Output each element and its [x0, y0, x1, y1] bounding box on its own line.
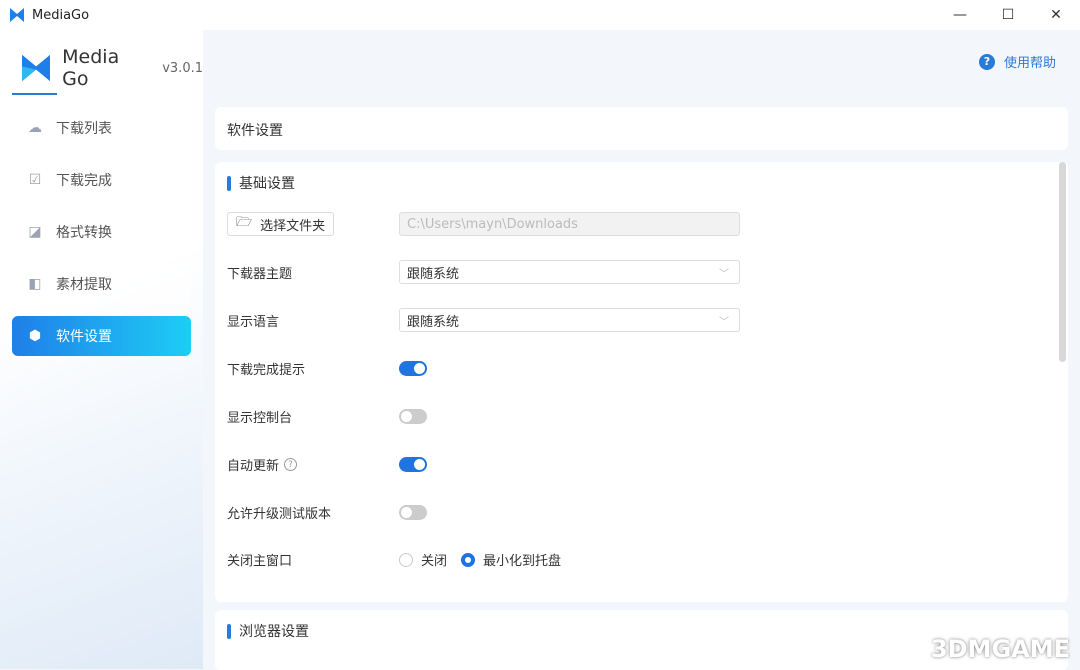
sidebar-item-label: 下载完成 [56, 173, 112, 189]
beta-toggle[interactable] [399, 505, 427, 520]
radio-close[interactable]: 关闭 [399, 550, 447, 569]
chevron-down-icon: ﹀ [719, 316, 729, 328]
sidebar-item-download-list[interactable]: ☁ 下载列表 [12, 108, 191, 148]
media-go-logo-icon [22, 54, 51, 82]
check-box-icon: ☑ [28, 172, 42, 188]
language-label: 显示语言 [227, 315, 280, 330]
scrollbar[interactable] [1059, 162, 1066, 362]
auto-update-toggle[interactable] [399, 457, 427, 472]
sidebar-nav: ☁ 下载列表 ☑ 下载完成 ◪ 格式转换 ◧ 素材提取 ⬢ 软件设置 [12, 108, 191, 368]
auto-update-label: 自动更新 [227, 459, 280, 474]
sidebar-item-label: 下载列表 [56, 121, 112, 137]
browser-settings-heading: 浏览器设置 [227, 621, 309, 641]
close-window-radio-group: 关闭 最小化到托盘 [399, 550, 575, 569]
auto-update-row: 自动更新? [227, 455, 298, 474]
sidebar-item-label: 格式转换 [56, 225, 112, 241]
cloud-download-icon: ☁ [28, 120, 42, 136]
window-title: MediaGo [32, 7, 90, 23]
help-icon: ? [978, 53, 995, 70]
maximize-button[interactable]: ☐ [984, 0, 1032, 30]
select-folder-button[interactable]: 🗁 选择文件夹 [227, 212, 335, 236]
info-icon[interactable]: ? [284, 458, 298, 471]
brand-underline [12, 93, 57, 95]
brand: Media Go v3.0.1 [22, 46, 203, 90]
notify-label: 下载完成提示 [227, 363, 306, 378]
convert-icon: ◪ [28, 224, 42, 240]
radio-circle [461, 552, 476, 567]
select-value: 跟随系统 [407, 266, 460, 282]
language-select[interactable]: 跟随系统 ﹀ [399, 308, 740, 332]
select-value: 跟随系统 [407, 314, 460, 330]
sidebar-item-download-complete[interactable]: ☑ 下载完成 [12, 160, 191, 200]
radio-circle [399, 552, 413, 567]
download-path-input[interactable]: C:\Users\mayn\Downloads [399, 212, 740, 236]
watermark-logo: 3DMGAME [930, 635, 1070, 663]
radio-label: 最小化到托盘 [483, 554, 562, 569]
theme-select[interactable]: 跟随系统 ﹀ [399, 260, 740, 284]
radio-minimize-to-tray[interactable]: 最小化到托盘 [461, 550, 561, 569]
close-button[interactable]: ✕ [1032, 0, 1080, 30]
app-logo-icon [10, 8, 24, 22]
brand-name: Media Go [62, 46, 120, 90]
help-label: 使用帮助 [1003, 56, 1056, 71]
settings-icon: ⬢ [28, 328, 42, 344]
console-label: 显示控制台 [227, 411, 293, 426]
page-title: 软件设置 [215, 107, 1068, 150]
theme-label: 下载器主题 [227, 267, 293, 282]
radio-label: 关闭 [421, 554, 448, 569]
title-bar: MediaGo — ☐ ✕ [0, 0, 1080, 30]
sidebar-item-extract[interactable]: ◧ 素材提取 [12, 264, 191, 304]
sidebar: Media Go v3.0.1 ☁ 下载列表 ☑ 下载完成 ◪ 格式转换 ◧ 素材提取 … [0, 30, 203, 669]
basic-settings-card: 基础设置 🗁 选择文件夹 C:\Users\mayn\Downloads 下载器主… [215, 162, 1068, 602]
minimize-button[interactable]: — [936, 0, 984, 30]
version-label: v3.0.1 [162, 60, 203, 76]
notify-toggle[interactable] [399, 361, 427, 376]
sidebar-item-label: 软件设置 [56, 329, 112, 345]
extract-icon: ◧ [28, 276, 42, 292]
chevron-down-icon: ﹀ [719, 268, 729, 280]
beta-label: 允许升级测试版本 [227, 507, 332, 522]
heading-text: 浏览器设置 [239, 624, 309, 640]
heading-text: 基础设置 [239, 176, 295, 192]
close-window-label: 关闭主窗口 [227, 554, 293, 569]
console-toggle[interactable] [399, 409, 427, 424]
sidebar-item-format-convert[interactable]: ◪ 格式转换 [12, 212, 191, 252]
help-link[interactable]: ? 使用帮助 [978, 52, 1056, 71]
sidebar-item-label: 素材提取 [56, 277, 112, 293]
button-label: 选择文件夹 [260, 218, 326, 234]
basic-settings-heading: 基础设置 [227, 173, 295, 193]
folder-icon: 🗁 [236, 215, 253, 230]
sidebar-item-settings[interactable]: ⬢ 软件设置 [12, 316, 191, 356]
